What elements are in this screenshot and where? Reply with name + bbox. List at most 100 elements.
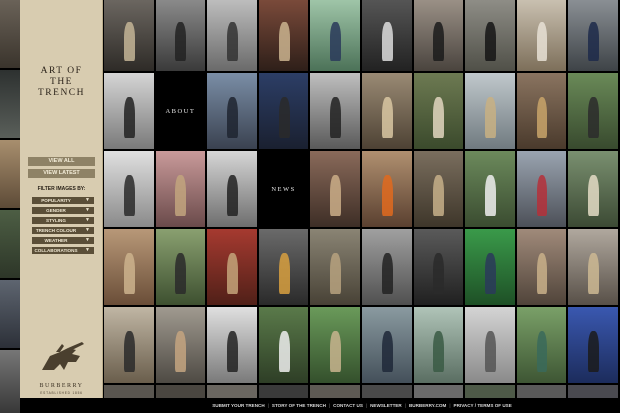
photo-tile[interactable] <box>465 229 515 305</box>
photo-tile[interactable] <box>104 73 154 149</box>
photo-tile[interactable] <box>568 385 618 398</box>
photo-tile[interactable] <box>568 229 618 305</box>
filter-popularity[interactable]: POPULARITY ▼ <box>32 197 94 204</box>
photo-tile[interactable] <box>413 151 464 227</box>
footer-link-burberry[interactable]: BURBERRY.COM <box>406 403 449 408</box>
photo-tile[interactable] <box>516 0 567 71</box>
photo-tile[interactable] <box>310 73 360 149</box>
view-latest-button[interactable]: VIEW LATEST <box>28 169 95 178</box>
chevron-down-icon: ▼ <box>85 197 90 203</box>
filter-weather[interactable]: WEATHER ▼ <box>32 237 94 244</box>
photo-tile[interactable] <box>207 307 257 383</box>
filter-label-text: WEATHER <box>44 238 68 243</box>
photo-tile[interactable] <box>207 73 257 149</box>
photo-tile[interactable] <box>104 385 154 398</box>
footer-link-privacy[interactable]: PRIVACY / TERMS OF USE <box>451 403 515 408</box>
photo-tile[interactable] <box>361 385 412 398</box>
strip-photo <box>0 280 20 348</box>
footer-link-submit[interactable]: SUBMIT YOUR TRENCH <box>209 403 268 408</box>
photo-tile[interactable] <box>516 151 567 227</box>
about-tile[interactable]: ABOUT <box>155 73 206 149</box>
title-line: THE <box>50 77 73 87</box>
title-line: ART OF <box>40 66 83 76</box>
photo-tile[interactable] <box>258 385 309 398</box>
photo-tile[interactable] <box>361 151 412 227</box>
photo-tile[interactable] <box>310 307 360 383</box>
photo-tile[interactable] <box>258 73 309 149</box>
photo-tile[interactable] <box>413 0 464 71</box>
photo-tile[interactable] <box>568 73 618 149</box>
photo-tile[interactable] <box>516 229 567 305</box>
photo-tile[interactable] <box>516 73 567 149</box>
photo-tile[interactable] <box>104 229 154 305</box>
photo-tile[interactable] <box>516 385 567 398</box>
filter-styling[interactable]: STYLING ▼ <box>32 217 94 224</box>
photo-tile[interactable] <box>361 229 412 305</box>
photo-tile[interactable] <box>465 0 515 71</box>
strip-photo <box>0 140 20 208</box>
chevron-down-icon: ▼ <box>85 247 90 253</box>
filter-label-text: TRENCH COLOUR <box>35 228 77 233</box>
brand-name: BURBERRY <box>39 383 84 389</box>
photo-tile[interactable] <box>207 0 257 71</box>
photo-tile[interactable] <box>258 229 309 305</box>
photo-tile[interactable] <box>155 151 206 227</box>
photo-tile[interactable] <box>516 307 567 383</box>
photo-tile[interactable] <box>465 307 515 383</box>
burberry-knight-logo <box>42 342 84 370</box>
filter-label-text: POPULARITY <box>41 198 71 203</box>
grid-row <box>104 229 620 305</box>
chevron-down-icon: ▼ <box>85 227 90 233</box>
photo-grid: ABOUT NEWS <box>104 0 620 398</box>
strip-photo <box>0 70 20 138</box>
photo-tile[interactable] <box>155 385 206 398</box>
photo-tile[interactable] <box>155 307 206 383</box>
photo-tile[interactable] <box>104 151 154 227</box>
photo-tile[interactable] <box>413 385 464 398</box>
photo-tile[interactable] <box>568 307 618 383</box>
chevron-down-icon: ▼ <box>85 237 90 243</box>
photo-tile[interactable] <box>104 0 154 71</box>
photo-tile[interactable] <box>207 229 257 305</box>
photo-tile[interactable] <box>361 307 412 383</box>
footer-link-story[interactable]: STORY OF THE TRENCH <box>269 403 329 408</box>
filter-trench-colour[interactable]: TRENCH COLOUR ▼ <box>32 227 94 234</box>
photo-tile[interactable] <box>568 0 618 71</box>
photo-tile[interactable] <box>465 385 515 398</box>
photo-tile[interactable] <box>258 0 309 71</box>
filter-label-text: COLLABORATIONS <box>34 248 78 253</box>
filter-label-text: STYLING <box>46 218 66 223</box>
photo-tile[interactable] <box>413 307 464 383</box>
photo-tile[interactable] <box>104 307 154 383</box>
photo-tile[interactable] <box>465 73 515 149</box>
photo-tile[interactable] <box>155 0 206 71</box>
filter-collaborations[interactable]: COLLABORATIONS ▼ <box>32 247 94 254</box>
photo-tile[interactable] <box>361 0 412 71</box>
photo-tile[interactable] <box>413 229 464 305</box>
photo-tile[interactable] <box>310 229 360 305</box>
photo-tile[interactable] <box>568 151 618 227</box>
left-photo-strip <box>0 0 20 413</box>
photo-tile[interactable] <box>413 73 464 149</box>
news-tile[interactable]: NEWS <box>258 151 309 227</box>
filter-gender[interactable]: GENDER ▼ <box>32 207 94 214</box>
photo-tile[interactable] <box>310 0 360 71</box>
photo-tile[interactable] <box>361 73 412 149</box>
photo-tile[interactable] <box>207 151 257 227</box>
sidebar: ART OF THE TRENCH VIEW ALL VIEW LATEST F… <box>20 0 103 398</box>
footer-link-newsletter[interactable]: NEWSLETTER <box>367 403 405 408</box>
view-all-button[interactable]: VIEW ALL <box>28 157 95 166</box>
photo-tile[interactable] <box>310 151 360 227</box>
strip-photo <box>0 210 20 278</box>
site-title: ART OF THE TRENCH <box>20 66 103 99</box>
photo-tile[interactable] <box>258 307 309 383</box>
footer-link-contact[interactable]: CONTACT US <box>330 403 366 408</box>
grid-row: ABOUT <box>104 73 620 149</box>
brand-established: ESTABLISHED 1856 <box>40 391 83 395</box>
photo-tile[interactable] <box>310 385 360 398</box>
photo-tile[interactable] <box>207 385 257 398</box>
photo-tile[interactable] <box>155 229 206 305</box>
title-line: TRENCH <box>38 88 85 98</box>
photo-tile[interactable] <box>465 151 515 227</box>
grid-row <box>104 307 620 383</box>
